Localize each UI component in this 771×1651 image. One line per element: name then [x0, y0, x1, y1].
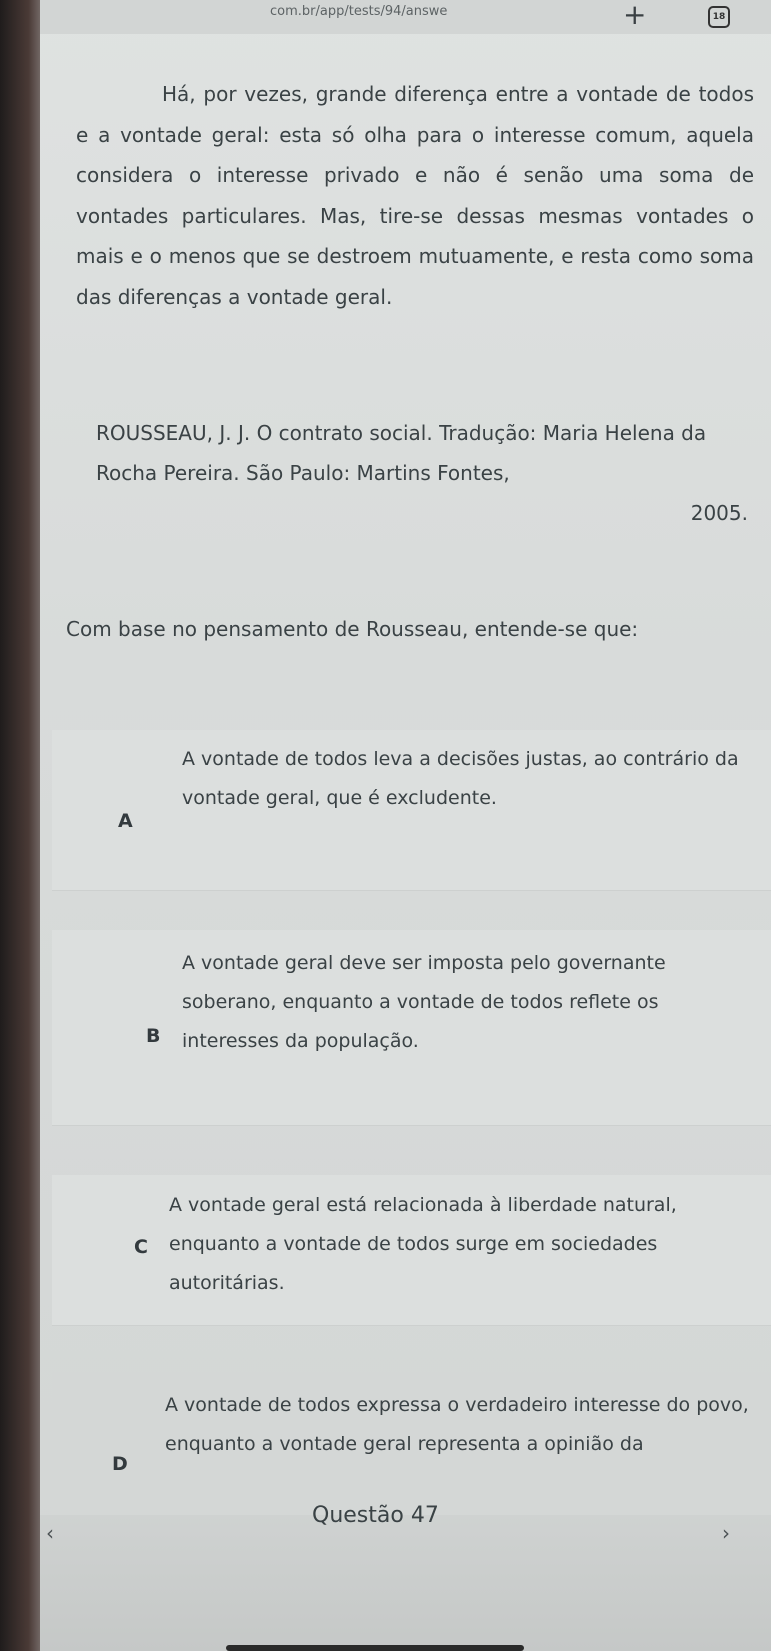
passage-text: Há, por vezes, grande diferença entre a … [76, 82, 754, 309]
option-letter: B [146, 1025, 161, 1047]
option-a[interactable]: A A vontade de todos leva a decisões jus… [52, 730, 771, 891]
new-tab-icon[interactable]: + [623, 0, 646, 31]
citation: ROUSSEAU, J. J. O contrato social. Tradu… [96, 413, 748, 533]
prev-question-icon[interactable]: ‹ [46, 1521, 54, 1545]
question-number: Questão 47 [312, 1503, 439, 1528]
option-d[interactable]: D A vontade de todos expressa o verdadei… [52, 1372, 771, 1518]
option-text: A vontade geral deve ser imposta pelo go… [182, 952, 666, 1052]
option-text: A vontade de todos expressa o verdadeiro… [165, 1394, 749, 1455]
browser-toolbar: com.br/app/tests/94/answe + 18 ⋮ [40, 0, 771, 34]
option-c[interactable]: C A vontade geral está relacionada à lib… [52, 1175, 771, 1326]
tab-count-button[interactable]: 18 [708, 6, 730, 28]
address-bar[interactable]: com.br/app/tests/94/answe [270, 4, 447, 19]
question-navigation [40, 1515, 771, 1651]
citation-text: ROUSSEAU, J. J. O contrato social. Tradu… [96, 421, 707, 485]
question-prompt: Com base no pensamento de Rousseau, ente… [66, 617, 639, 641]
citation-year: 2005. [690, 501, 748, 525]
option-b[interactable]: B A vontade geral deve ser imposta pelo … [52, 930, 771, 1126]
next-question-icon[interactable]: › [722, 1521, 730, 1545]
passage: Há, por vezes, grande diferença entre a … [76, 74, 754, 317]
option-text: A vontade geral está relacionada à liber… [169, 1194, 677, 1294]
option-letter: C [134, 1236, 148, 1258]
option-letter: A [118, 810, 133, 832]
gesture-bar[interactable] [226, 1645, 524, 1651]
option-letter: D [112, 1453, 128, 1475]
option-text: A vontade de todos leva a decisões justa… [182, 748, 739, 809]
